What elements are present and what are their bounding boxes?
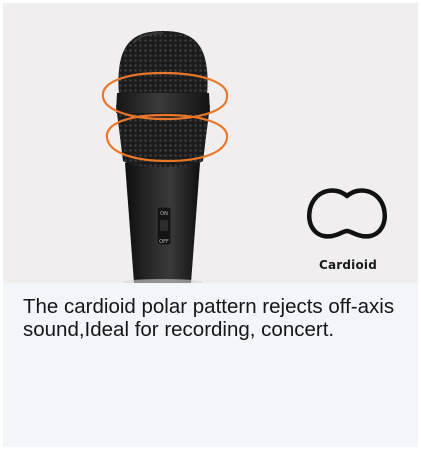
caption-text: The cardioid polar pattern rejects off-a… xyxy=(23,295,395,341)
microphone-band xyxy=(116,93,210,113)
power-switch: ON OFF xyxy=(156,206,172,246)
switch-off-label: OFF xyxy=(159,239,169,245)
polar-pattern-badge: Cardioid xyxy=(278,183,418,278)
switch-on-label: ON xyxy=(160,211,168,217)
polar-pattern-label: Cardioid xyxy=(318,258,378,272)
cardioid-pattern-icon xyxy=(306,188,388,239)
microphone-grille-upper xyxy=(118,31,208,95)
product-photo: ON OFF Cardioid xyxy=(3,3,418,283)
caption-panel: The cardioid polar pattern rejects off-a… xyxy=(3,283,418,447)
product-feature-card: ON OFF Cardioid The cardioid polar patte… xyxy=(0,0,421,450)
